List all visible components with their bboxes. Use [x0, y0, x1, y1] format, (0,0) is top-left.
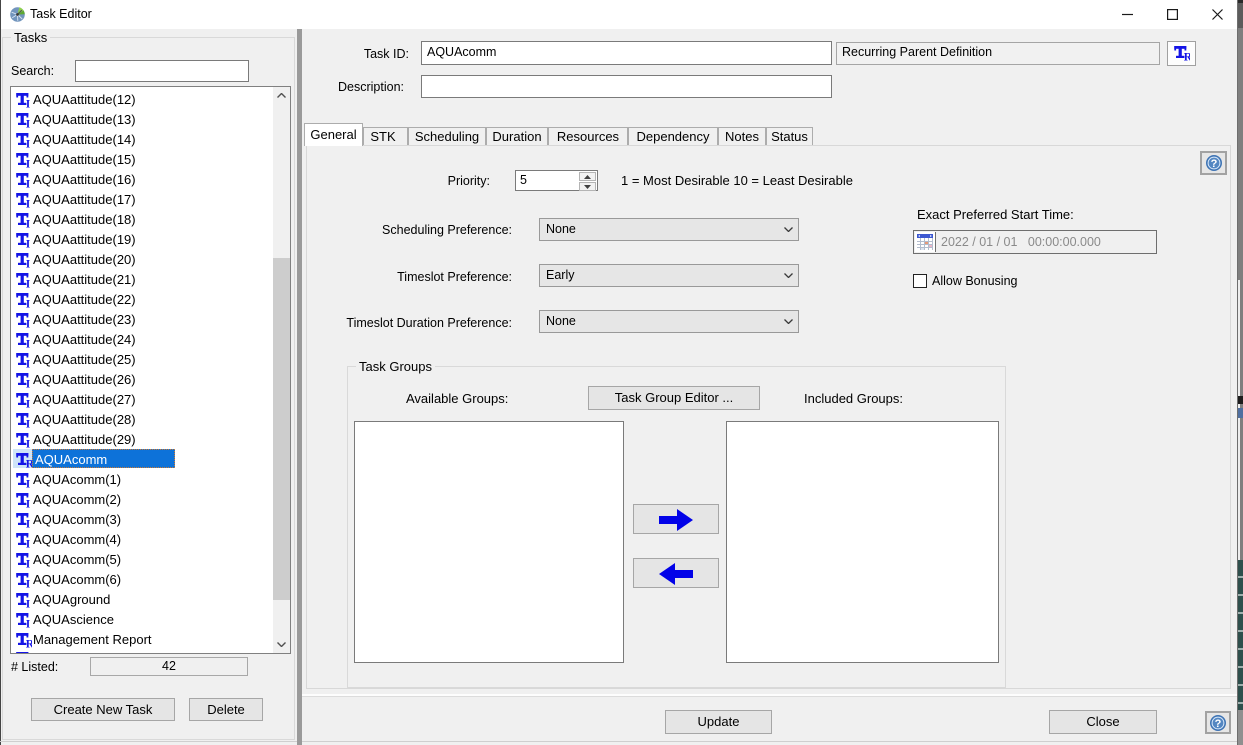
svg-text:I: I	[26, 318, 31, 328]
svg-text:I: I	[26, 518, 31, 528]
svg-text:I: I	[26, 118, 31, 128]
svg-text:R: R	[1184, 51, 1190, 61]
svg-text:I: I	[26, 358, 31, 368]
svg-text:I: I	[26, 618, 31, 628]
svg-text:I: I	[26, 218, 31, 228]
svg-text:I: I	[26, 438, 31, 448]
svg-text:I: I	[26, 538, 31, 548]
svg-text:?: ?	[1215, 718, 1222, 730]
svg-text:I: I	[26, 598, 31, 608]
svg-text:I: I	[26, 378, 31, 388]
svg-text:I: I	[26, 578, 31, 588]
svg-text:I: I	[26, 278, 31, 288]
svg-text:I: I	[26, 98, 31, 108]
svg-text:I: I	[26, 478, 31, 488]
svg-text:I: I	[26, 238, 31, 248]
svg-text:I: I	[26, 498, 31, 508]
svg-text:I: I	[26, 398, 31, 408]
svg-text:I: I	[26, 418, 31, 428]
svg-text:I: I	[26, 558, 31, 568]
svg-text:?: ?	[1210, 158, 1217, 170]
svg-text:R: R	[26, 458, 32, 468]
svg-text:I: I	[26, 298, 31, 308]
svg-text:I: I	[26, 158, 31, 168]
svg-text:R: R	[26, 638, 32, 648]
svg-text:I: I	[26, 138, 31, 148]
svg-text:I: I	[26, 338, 31, 348]
svg-text:I: I	[26, 198, 31, 208]
svg-text:I: I	[26, 258, 31, 268]
svg-text:I: I	[26, 178, 31, 188]
